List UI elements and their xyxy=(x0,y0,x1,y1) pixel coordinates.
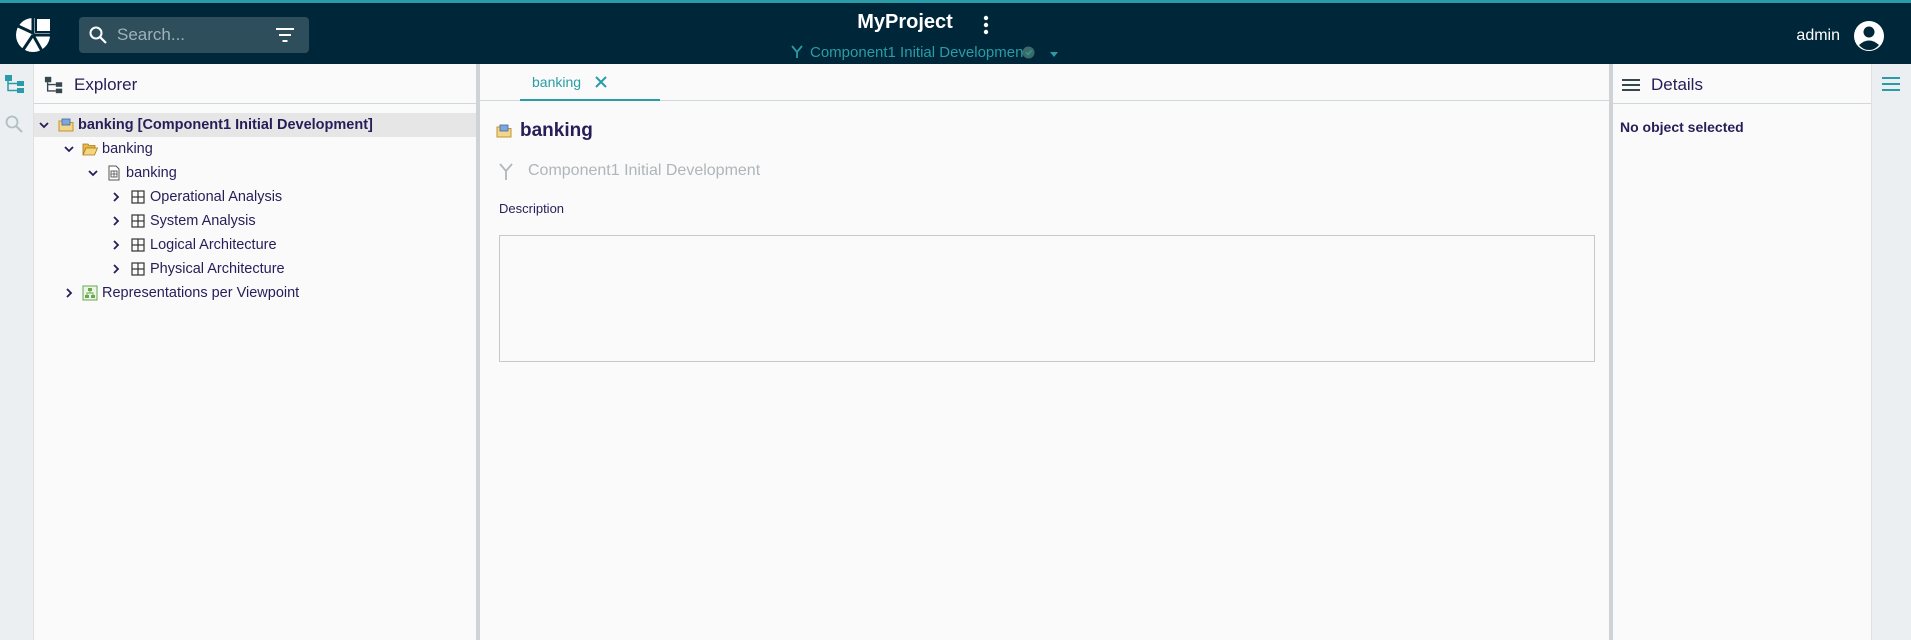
explorer-icon xyxy=(44,75,64,95)
grid-icon xyxy=(130,237,146,253)
branch-selector[interactable]: Component1 Initial Development xyxy=(790,43,1070,63)
grid-icon xyxy=(130,213,146,229)
user-name[interactable]: admin xyxy=(1760,27,1840,45)
branch-icon xyxy=(790,45,804,59)
right-sidebar xyxy=(1871,64,1911,640)
explorer-header: Explorer xyxy=(34,64,476,104)
menu-icon xyxy=(1621,75,1641,95)
filter-icon[interactable] xyxy=(275,26,295,44)
empty-message: No object selected xyxy=(1620,119,1744,135)
tree-item-folder[interactable]: banking xyxy=(34,137,476,161)
branch-icon xyxy=(498,163,514,181)
branch-label: Component1 Initial Development xyxy=(810,44,1028,61)
open-folder-icon xyxy=(82,141,99,157)
tree-item-logical-architecture[interactable]: Logical Architecture xyxy=(34,233,476,257)
tree-item-label: Logical Architecture xyxy=(150,237,277,253)
explorer-panel: Explorer banking [Component1 Initial Dev… xyxy=(34,64,476,640)
chevron-down-icon[interactable] xyxy=(38,119,50,131)
description-field[interactable] xyxy=(499,235,1595,362)
chevron-right-icon[interactable] xyxy=(110,191,122,203)
chevron-down-icon[interactable] xyxy=(63,143,75,155)
editor-area: banking banking Component1 Initial Devel… xyxy=(480,64,1609,640)
tree-item-label: banking [Component1 Initial Development] xyxy=(78,117,373,133)
chevron-down-icon[interactable] xyxy=(1048,47,1060,59)
tree-item-label: Operational Analysis xyxy=(150,189,283,205)
chevron-down-icon[interactable] xyxy=(87,167,99,179)
close-icon[interactable] xyxy=(593,74,609,90)
tree-item-system-analysis[interactable]: System Analysis xyxy=(34,209,476,233)
tab-banking[interactable]: banking xyxy=(520,64,660,101)
editor-tab-bar: banking xyxy=(480,64,1609,101)
explorer-title: Explorer xyxy=(74,75,138,94)
tab-label: banking xyxy=(532,74,582,90)
details-title: Details xyxy=(1651,75,1703,94)
tree-item-physical-architecture[interactable]: Physical Architecture xyxy=(34,257,476,281)
chevron-right-icon[interactable] xyxy=(110,263,122,275)
tree-item-label: banking xyxy=(102,141,153,157)
explorer-tree: banking [Component1 Initial Development]… xyxy=(34,113,476,305)
branch-status-icon xyxy=(1022,46,1035,59)
tree-item-label: System Analysis xyxy=(150,213,256,229)
project-folder-icon xyxy=(496,123,512,139)
explorer-view-icon[interactable] xyxy=(4,74,26,94)
search-icon xyxy=(89,26,107,44)
grid-icon xyxy=(130,261,146,277)
more-vert-icon[interactable] xyxy=(978,13,994,37)
chevron-right-icon[interactable] xyxy=(63,287,75,299)
left-sidebar xyxy=(0,64,34,640)
chevron-right-icon[interactable] xyxy=(110,239,122,251)
app-root: MyProject Component1 Initial Development… xyxy=(0,0,1911,640)
object-title: banking xyxy=(520,120,593,141)
diagram-icon xyxy=(82,285,98,301)
chevron-right-icon[interactable] xyxy=(110,215,122,227)
tree-item-label: Representations per Viewpoint xyxy=(102,285,300,301)
details-header: Details xyxy=(1613,64,1871,104)
app-logo-icon[interactable] xyxy=(14,16,52,54)
description-label: Description xyxy=(499,201,565,216)
project-title: MyProject xyxy=(857,11,953,33)
details-view-icon[interactable] xyxy=(1881,75,1901,93)
project-folder-icon xyxy=(58,117,74,133)
object-branch-label: Component1 Initial Development xyxy=(528,162,761,179)
search-view-icon[interactable] xyxy=(5,115,23,133)
tree-item-model[interactable]: banking xyxy=(34,161,476,185)
account-circle-icon[interactable] xyxy=(1853,20,1885,52)
search-input[interactable] xyxy=(117,23,257,47)
model-icon xyxy=(106,165,122,181)
tree-item-operational-analysis[interactable]: Operational Analysis xyxy=(34,185,476,209)
tree-item-label: banking xyxy=(126,165,177,181)
top-bar: MyProject Component1 Initial Development… xyxy=(0,0,1911,64)
search-bar[interactable] xyxy=(79,17,309,53)
details-panel: Details No object selected xyxy=(1613,64,1871,640)
grid-icon xyxy=(130,189,146,205)
tree-item-label: Physical Architecture xyxy=(150,261,285,277)
tree-item-project[interactable]: banking [Component1 Initial Development] xyxy=(34,113,476,137)
tree-item-representations[interactable]: Representations per Viewpoint xyxy=(34,281,476,305)
